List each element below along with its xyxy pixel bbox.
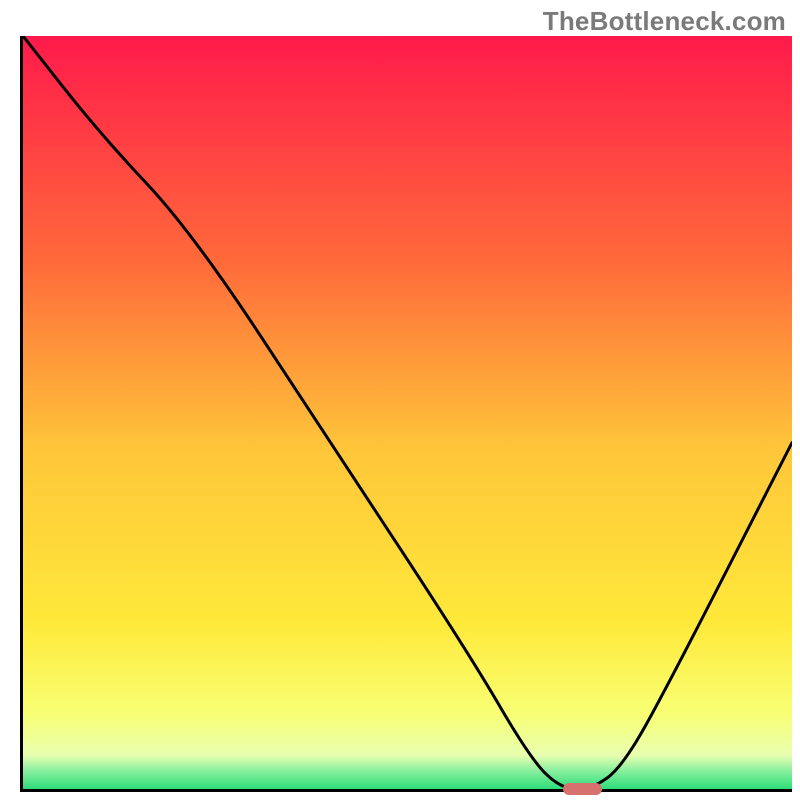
curve-layer bbox=[23, 36, 792, 789]
watermark-text: TheBottleneck.com bbox=[543, 6, 786, 37]
minimum-marker bbox=[563, 783, 602, 795]
plot-area bbox=[20, 36, 792, 792]
chart-container: TheBottleneck.com bbox=[0, 0, 800, 800]
bottleneck-curve bbox=[23, 36, 792, 789]
